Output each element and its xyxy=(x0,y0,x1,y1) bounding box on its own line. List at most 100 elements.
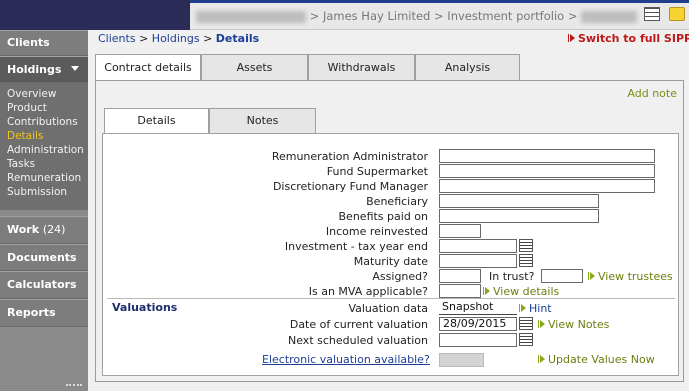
contract-details-panel: Add note Details Notes Remuneration Admi… xyxy=(95,80,684,382)
view-notes-link[interactable]: View Notes xyxy=(538,318,610,331)
arrow-right-icon xyxy=(588,272,595,280)
subnav-item-product[interactable]: Product xyxy=(7,101,88,115)
sticky-note-icon[interactable] xyxy=(669,7,685,21)
subnav-item-remuneration[interactable]: Remuneration xyxy=(7,171,88,185)
date-current-valuation-label: Date of current valuation xyxy=(289,318,428,331)
benefits-paid-on-field[interactable] xyxy=(439,209,599,223)
mva-applicable-label: Is an MVA applicable? xyxy=(308,285,428,298)
arrow-right-icon xyxy=(519,304,526,312)
assigned-label: Assigned? xyxy=(372,270,428,283)
subnav-item-administration[interactable]: Administration xyxy=(7,143,88,157)
redacted-client-name xyxy=(196,10,306,23)
subnav-item-overview[interactable]: Overview xyxy=(7,87,88,101)
sidebar-item-label: Reports xyxy=(7,306,56,319)
breadcrumb: Clients > Holdings > Details xyxy=(98,32,259,45)
breadcrumb-holdings[interactable]: Holdings xyxy=(152,32,200,45)
section-divider xyxy=(107,298,675,299)
holdings-subnav: Overview Product Contributions Details A… xyxy=(0,83,88,210)
investment-tax-year-end-field[interactable] xyxy=(439,239,517,253)
maturity-date-field[interactable] xyxy=(439,254,517,268)
calendar-icon[interactable] xyxy=(519,254,533,267)
sidebar-item-clients[interactable]: Clients xyxy=(0,30,88,56)
date-current-valuation-field[interactable]: 28/09/2015 xyxy=(439,317,517,331)
top-bar-left-block xyxy=(0,0,190,30)
sidebar-item-holdings[interactable]: Holdings xyxy=(0,56,88,83)
electronic-valuation-status xyxy=(439,353,484,367)
tab-analysis[interactable]: Analysis xyxy=(415,54,520,81)
assigned-field[interactable] xyxy=(439,269,481,283)
benefits-paid-on-label: Benefits paid on xyxy=(338,210,428,223)
chevron-down-icon xyxy=(71,66,79,71)
tab-contract-details[interactable]: Contract details xyxy=(95,54,201,82)
add-note-link[interactable]: Add note xyxy=(627,87,677,100)
hint-link[interactable]: Hint xyxy=(519,302,552,315)
mva-applicable-field[interactable] xyxy=(439,284,481,298)
sidebar-item-label: Clients xyxy=(7,36,50,49)
sidebar: Clients Holdings Overview Product Contri… xyxy=(0,30,88,391)
remuneration-administrator-field[interactable] xyxy=(439,149,655,163)
arrow-right-icon xyxy=(538,355,545,363)
breadcrumb-separator: > xyxy=(135,32,152,45)
beneficiary-label: Beneficiary xyxy=(366,195,428,208)
subnav-item-submission[interactable]: Submission xyxy=(7,185,88,199)
income-reinvested-field[interactable] xyxy=(439,224,481,238)
valuation-data-select[interactable]: Snapshot xyxy=(439,301,517,315)
calendar-icon[interactable] xyxy=(519,239,533,252)
in-trust-field[interactable] xyxy=(541,269,583,283)
resize-handle[interactable] xyxy=(66,384,82,387)
breadcrumb-current: Details xyxy=(215,32,260,45)
tab-withdrawals[interactable]: Withdrawals xyxy=(308,54,415,81)
maturity-date-label: Maturity date xyxy=(353,255,428,268)
sidebar-item-label: Holdings xyxy=(7,63,62,76)
work-count-badge: (24) xyxy=(42,223,66,236)
subnav-item-contributions[interactable]: Contributions xyxy=(7,115,88,129)
sidebar-item-work[interactable]: Work (24) xyxy=(0,216,88,244)
client-path: > James Hay Limited > Investment portfol… xyxy=(196,9,638,23)
details-form: Remuneration Administrator Fund Supermar… xyxy=(102,133,679,376)
calendar-icon[interactable] xyxy=(519,333,533,346)
sidebar-item-documents[interactable]: Documents xyxy=(0,244,88,271)
switch-link-label: Switch to full SIPP xyxy=(578,32,689,45)
view-details-label: View details xyxy=(493,285,560,298)
discretionary-fund-manager-field[interactable] xyxy=(439,179,655,193)
in-trust-label: In trust? xyxy=(489,270,535,283)
client-path-text: > James Hay Limited > Investment portfol… xyxy=(309,9,578,23)
next-scheduled-valuation-label: Next scheduled valuation xyxy=(288,334,428,347)
discretionary-fund-manager-label: Discretionary Fund Manager xyxy=(272,180,428,193)
next-scheduled-valuation-field[interactable] xyxy=(439,333,517,347)
beneficiary-field[interactable] xyxy=(439,194,599,208)
view-trustees-link[interactable]: View trustees xyxy=(588,270,673,283)
subnav-item-tasks[interactable]: Tasks xyxy=(7,157,88,171)
update-values-label: Update Values Now xyxy=(548,353,655,366)
calendar-icon[interactable] xyxy=(519,317,533,330)
electronic-valuation-link[interactable]: Electronic valuation available? xyxy=(262,353,430,366)
hint-label: Hint xyxy=(529,302,552,315)
calculator-icon[interactable] xyxy=(644,7,660,21)
switch-to-full-sipp-link[interactable]: Switch to full SIPP xyxy=(568,32,689,45)
breadcrumb-separator: > xyxy=(199,32,216,45)
tab-notes[interactable]: Notes xyxy=(209,108,316,134)
view-details-link[interactable]: View details xyxy=(483,285,560,298)
arrow-right-icon xyxy=(538,320,545,328)
tab-details[interactable]: Details xyxy=(104,108,209,135)
view-notes-label: View Notes xyxy=(548,318,610,331)
update-values-now-link[interactable]: Update Values Now xyxy=(538,353,655,366)
sidebar-item-calculators[interactable]: Calculators xyxy=(0,271,88,299)
fund-supermarket-field[interactable] xyxy=(439,164,655,178)
tab-assets[interactable]: Assets xyxy=(201,54,308,81)
valuation-data-label: Valuation data xyxy=(348,302,428,315)
top-bar: > James Hay Limited > Investment portfol… xyxy=(0,0,689,30)
subnav-item-details[interactable]: Details xyxy=(7,129,88,143)
breadcrumb-clients[interactable]: Clients xyxy=(98,32,136,45)
sidebar-item-label: Documents xyxy=(7,251,77,264)
view-trustees-label: View trustees xyxy=(598,270,673,283)
arrow-right-icon xyxy=(568,34,575,42)
sidebar-item-label: Calculators xyxy=(7,278,77,291)
valuations-heading: Valuations xyxy=(112,301,178,314)
sidebar-item-reports[interactable]: Reports xyxy=(0,299,88,327)
sidebar-item-label: Work xyxy=(7,223,40,236)
redacted-account xyxy=(581,10,638,23)
investment-tax-year-end-label: Investment - tax year end xyxy=(284,240,428,253)
arrow-right-icon xyxy=(483,287,490,295)
remuneration-administrator-label: Remuneration Administrator xyxy=(271,150,428,163)
